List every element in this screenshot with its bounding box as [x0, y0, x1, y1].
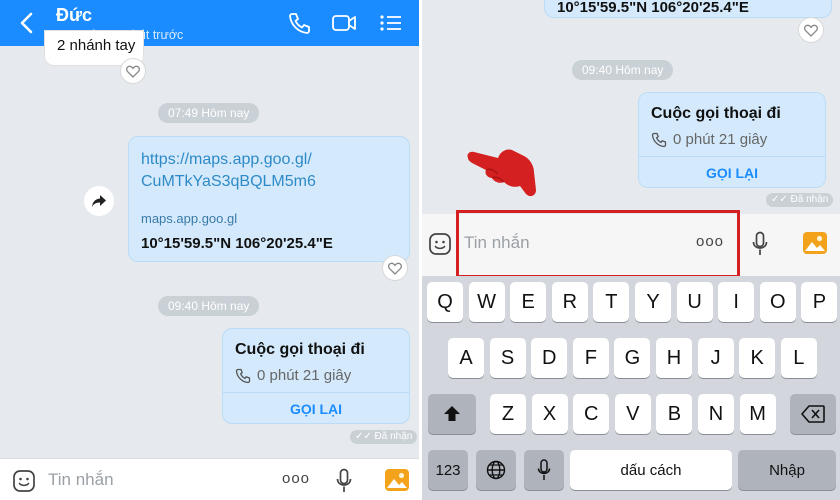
key-a[interactable]: A: [448, 338, 484, 378]
key-x[interactable]: X: [531, 394, 568, 434]
numbers-key[interactable]: 123: [428, 450, 468, 490]
space-key[interactable]: dấu cách: [570, 450, 732, 490]
received-label: Đã nhận: [790, 194, 829, 205]
key-j[interactable]: J: [697, 338, 734, 378]
backspace-icon: [801, 405, 825, 423]
phone-icon: [651, 132, 667, 148]
link-message-bubble-partial[interactable]: 10°15'59.5"N 106°20'25.4"E: [544, 0, 832, 18]
key-d[interactable]: D: [531, 338, 568, 378]
time-chip: 09:40 Hôm nay: [572, 60, 674, 80]
forward-arrow-icon: [92, 195, 106, 207]
menu-list-icon[interactable]: [378, 11, 404, 35]
message-input[interactable]: Tin nhắn: [48, 470, 114, 490]
image-gallery-icon[interactable]: [384, 467, 410, 493]
key-w[interactable]: W: [468, 282, 505, 322]
like-heart-icon[interactable]: [382, 255, 408, 281]
share-forward-button[interactable]: [84, 186, 114, 216]
key-n[interactable]: N: [698, 394, 734, 434]
key-u[interactable]: U: [676, 282, 713, 322]
map-link-url[interactable]: https://maps.app.goo.gl/ CuMTkYaS3qBQLM5…: [141, 149, 316, 193]
phone-call-icon[interactable]: [286, 11, 312, 35]
key-t[interactable]: T: [593, 282, 630, 322]
link-host: maps.app.goo.gl: [141, 211, 238, 226]
call-back-button[interactable]: GỌI LẠI: [639, 165, 825, 181]
return-key[interactable]: Nhập: [738, 450, 836, 490]
dictation-mic-key[interactable]: [524, 450, 564, 490]
call-back-button[interactable]: GỌI LẠI: [223, 401, 409, 417]
chat-screen-right: 10°15'59.5"N 106°20'25.4"E 09:40 Hôm nay…: [422, 0, 840, 500]
sticker-emoji-icon[interactable]: [428, 232, 452, 256]
chat-screen-left: Đức Truy cập 25 phút trước 2 nhánh tay 0…: [0, 0, 419, 500]
key-v[interactable]: V: [614, 394, 651, 434]
onscreen-keyboard: 123 dấu cách Nhập QWERTYUIOP ASDFGHJKL ZXC…: [422, 276, 840, 500]
call-duration: 0 phút 21 giây: [257, 367, 352, 384]
key-l[interactable]: L: [780, 338, 817, 378]
call-divider: [223, 392, 409, 393]
key-r[interactable]: R: [551, 282, 588, 322]
key-o[interactable]: O: [759, 282, 796, 322]
map-link-url-line1: https://maps.app.goo.gl/: [141, 151, 312, 168]
call-divider: [639, 156, 825, 157]
key-h[interactable]: H: [656, 338, 692, 378]
microphone-icon: [537, 459, 551, 480]
key-k[interactable]: K: [739, 338, 776, 378]
link-message-bubble[interactable]: https://maps.app.goo.gl/ CuMTkYaS3qBQLM5…: [128, 136, 410, 262]
shift-arrow-icon: [444, 406, 460, 421]
backspace-key[interactable]: [790, 394, 836, 434]
key-m[interactable]: M: [739, 394, 776, 434]
like-heart-icon[interactable]: [120, 58, 146, 84]
message-input-bar: Tin nhắn ooo: [0, 458, 419, 500]
key-y[interactable]: Y: [635, 282, 671, 322]
key-b[interactable]: B: [656, 394, 693, 434]
key-c[interactable]: C: [573, 394, 610, 434]
partial-message-text: 2 nhánh tay: [57, 37, 136, 54]
received-label: Đã nhận: [374, 431, 413, 442]
time-chip: 07:49 Hôm nay: [158, 103, 260, 123]
input-highlight-box: [456, 210, 740, 278]
key-e[interactable]: E: [510, 282, 547, 322]
time-chip: 09:40 Hôm nay: [158, 296, 260, 316]
map-link-url-line2: CuMTkYaS3qBQLM5m6: [141, 173, 316, 190]
call-card: Cuộc gọi thoại đi 0 phút 21 giây GỌI LẠI: [222, 328, 410, 424]
call-duration: 0 phút 21 giây: [673, 131, 768, 148]
key-f[interactable]: F: [572, 338, 609, 378]
back-arrow-icon[interactable]: [16, 11, 38, 35]
image-gallery-icon[interactable]: [802, 230, 828, 256]
link-coordinates: 10°15'59.5"N 106°20'25.4"E: [141, 235, 333, 252]
key-s[interactable]: S: [489, 338, 526, 378]
pointing-hand-icon: [467, 149, 536, 197]
key-i[interactable]: I: [718, 282, 755, 322]
microphone-icon[interactable]: [752, 231, 768, 257]
phone-icon: [235, 368, 251, 384]
language-globe-key[interactable]: [476, 450, 516, 490]
video-call-icon[interactable]: [331, 11, 357, 35]
call-title: Cuộc gọi thoại đi: [651, 105, 781, 122]
received-status: ✓✓ Đã nhận: [350, 430, 418, 444]
shift-key[interactable]: [428, 394, 476, 434]
key-z[interactable]: Z: [490, 394, 526, 434]
globe-icon: [486, 460, 506, 480]
key-g[interactable]: G: [614, 338, 651, 378]
link-coordinates: 10°15'59.5"N 106°20'25.4"E: [557, 0, 749, 16]
key-p[interactable]: P: [801, 282, 838, 322]
call-card: Cuộc gọi thoại đi 0 phút 21 giây GỌI LẠI: [638, 92, 826, 188]
received-status: ✓✓ Đã nhận: [766, 193, 834, 207]
key-q[interactable]: Q: [427, 282, 463, 322]
sticker-emoji-icon[interactable]: [12, 469, 36, 493]
more-options-icon[interactable]: ooo: [282, 470, 310, 487]
like-heart-icon[interactable]: [798, 17, 824, 43]
contact-name[interactable]: Đức: [56, 5, 92, 26]
call-title: Cuộc gọi thoại đi: [235, 341, 365, 358]
microphone-icon[interactable]: [336, 468, 352, 494]
